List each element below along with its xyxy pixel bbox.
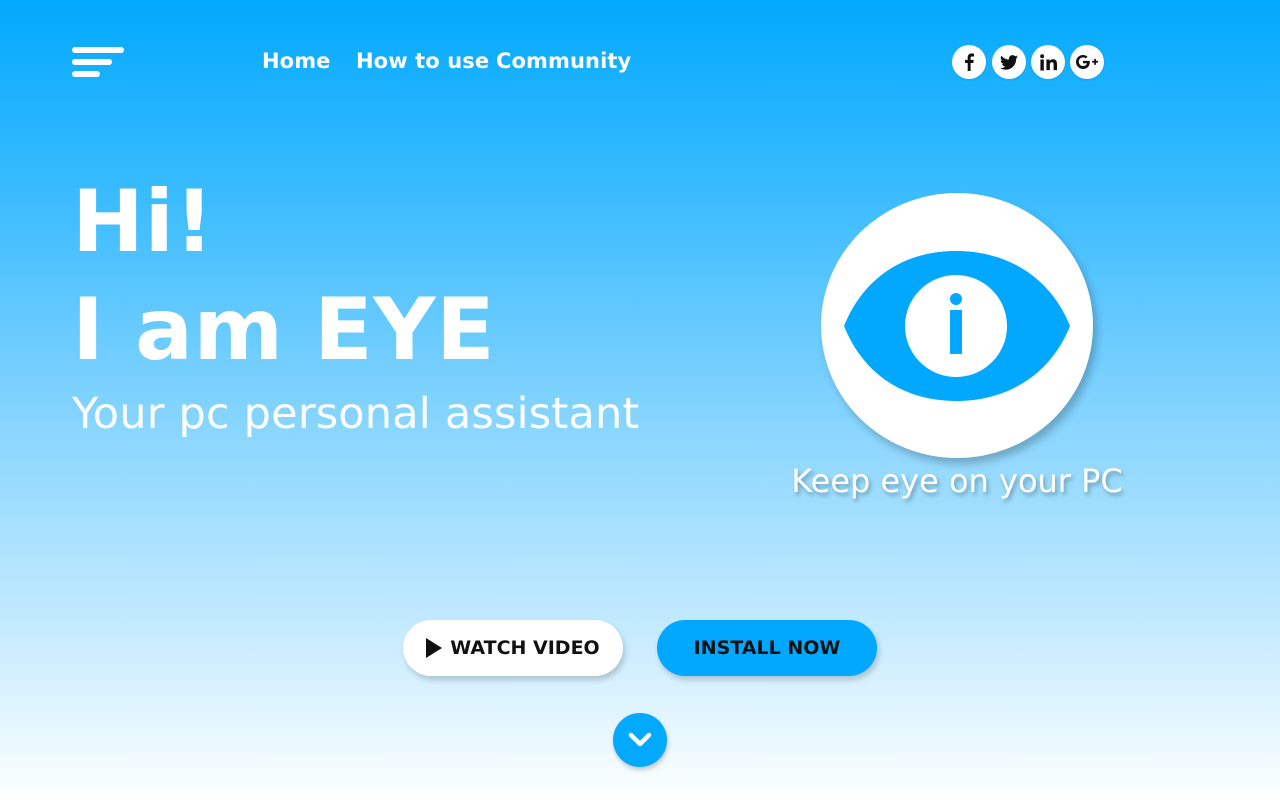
watch-video-button[interactable]: WATCH VIDEO — [403, 620, 623, 676]
nav-community-link[interactable]: Community — [496, 49, 631, 73]
eye-logo — [821, 193, 1093, 458]
google-plus-icon[interactable] — [1070, 45, 1104, 79]
hero-title: Hi! I am EYE — [72, 168, 495, 384]
hamburger-menu-icon[interactable] — [72, 47, 124, 77]
chevron-down-icon — [628, 732, 652, 747]
hero-subtitle: Your pc personal assistant — [72, 389, 640, 439]
scroll-down-button[interactable] — [613, 713, 667, 767]
eye-icon — [844, 250, 1070, 401]
hero-name: I am EYE — [72, 280, 496, 380]
twitter-icon[interactable] — [992, 45, 1026, 79]
linkedin-icon[interactable] — [1031, 45, 1065, 79]
facebook-icon[interactable] — [952, 45, 986, 79]
menu-line — [72, 47, 124, 53]
nav-home-link[interactable]: Home — [262, 49, 331, 73]
install-now-label: INSTALL NOW — [693, 637, 841, 659]
watch-video-label: WATCH VIDEO — [450, 637, 600, 659]
hero-greeting: Hi! — [72, 172, 215, 272]
tagline: Keep eye on your PC — [791, 462, 1123, 500]
nav-how-to-use-link[interactable]: How to use — [356, 49, 489, 73]
menu-line — [72, 71, 100, 77]
menu-line — [72, 59, 112, 65]
play-icon — [426, 638, 443, 658]
install-now-button[interactable]: INSTALL NOW — [657, 620, 877, 676]
